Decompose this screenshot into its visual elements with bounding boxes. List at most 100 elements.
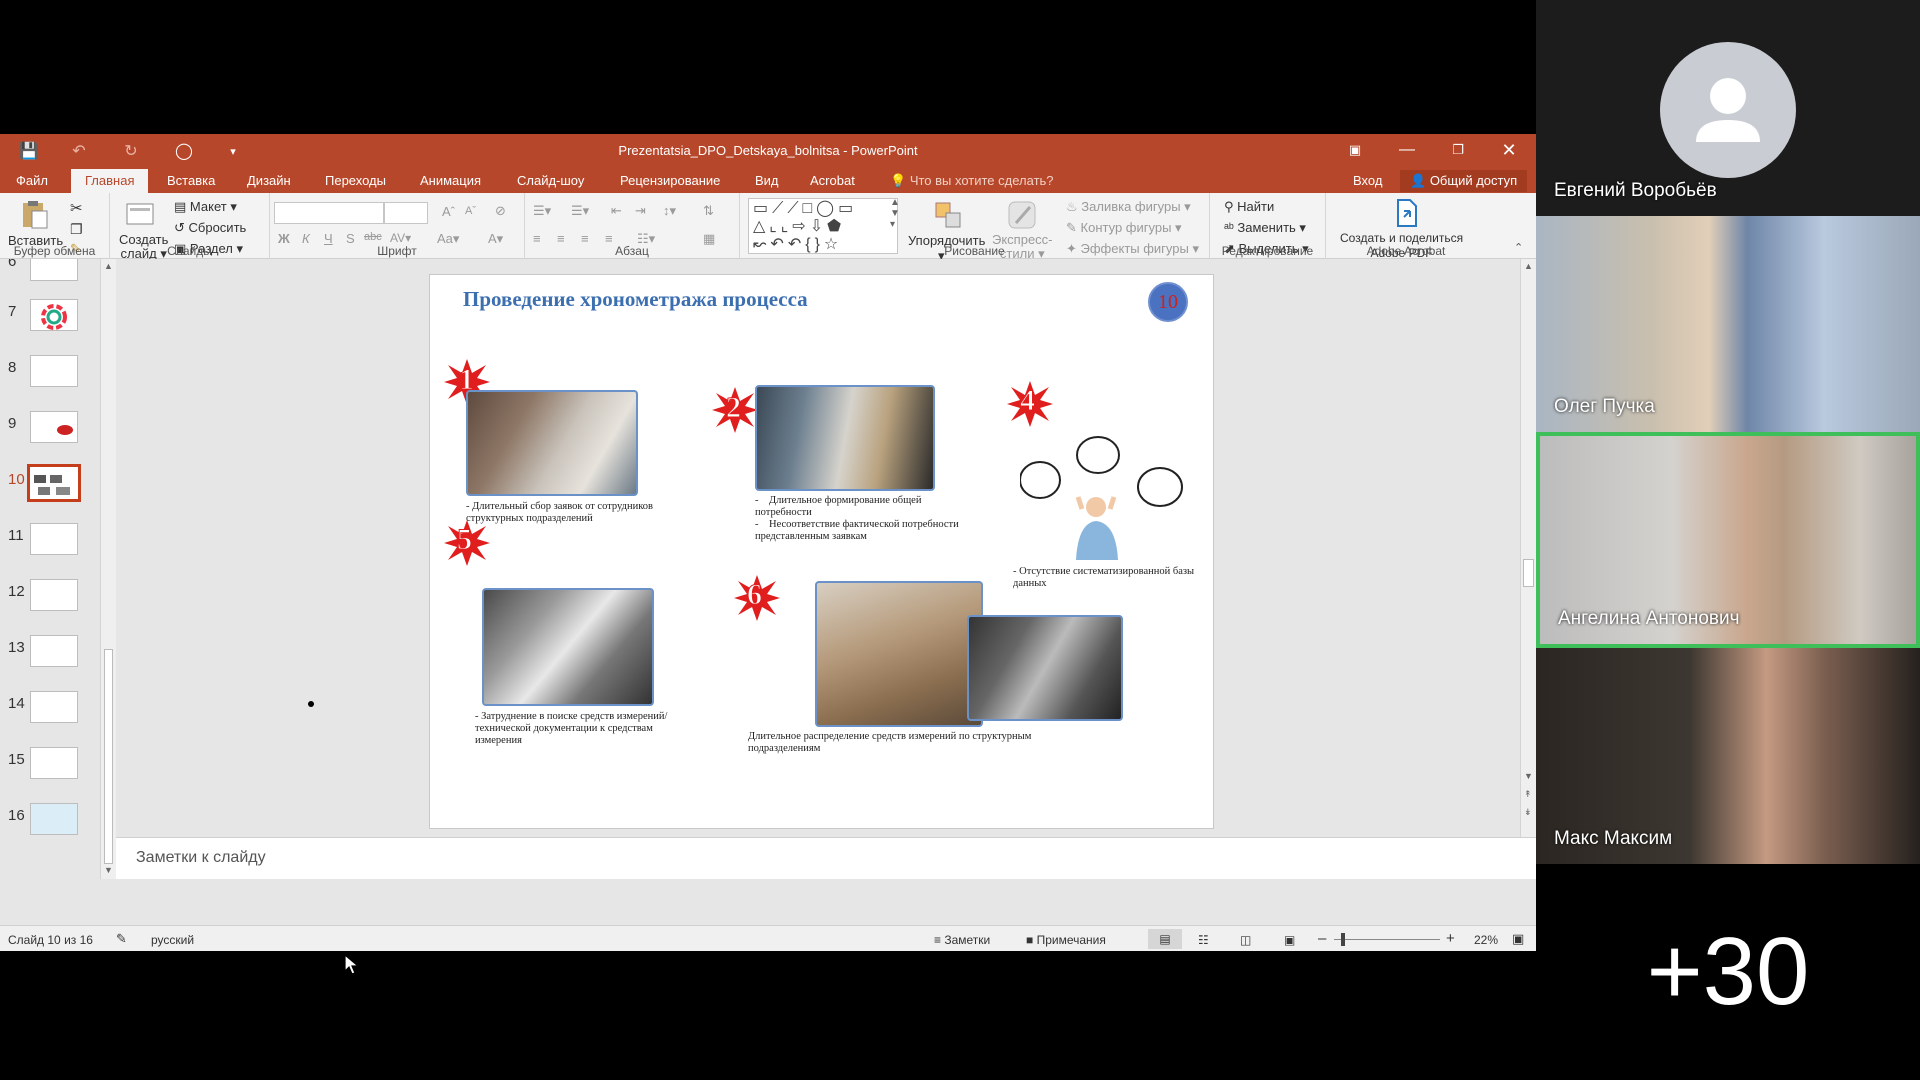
copy-icon[interactable]: ❐: [70, 221, 83, 238]
tell-me-box[interactable]: 💡 Что вы хотите сделать?: [890, 173, 1054, 189]
slide-thumbnail[interactable]: [30, 299, 78, 331]
decrease-indent-icon[interactable]: ⇤: [611, 203, 622, 219]
slide-thumbnail[interactable]: [30, 691, 78, 723]
language-indicator[interactable]: русский: [151, 933, 194, 947]
paste-icon[interactable]: [18, 199, 50, 231]
replace-button[interactable]: ᵃᵇ Заменить ▾: [1224, 220, 1306, 236]
reset-button[interactable]: ↺ Сбросить: [174, 220, 246, 236]
line-spacing-icon[interactable]: ↕▾: [663, 203, 676, 219]
zoom-in-icon[interactable]: +: [1446, 930, 1455, 947]
slide-scrollbar[interactable]: ▲ ▼ ↟ ↡: [1520, 259, 1536, 837]
close-icon[interactable]: ✕: [1494, 138, 1524, 162]
numbering-icon[interactable]: ☰▾: [571, 203, 589, 219]
gallery-scroll-icon[interactable]: ▲ ▼ ▾: [890, 197, 900, 230]
normal-view-icon[interactable]: ▤: [1148, 929, 1182, 949]
minimize-icon[interactable]: —: [1392, 138, 1422, 162]
slide-canvas[interactable]: Проведение хронометража процесса 10 1 - …: [430, 275, 1213, 828]
clear-format-icon[interactable]: ⊘: [495, 203, 506, 219]
tab-design[interactable]: Дизайн: [247, 173, 291, 188]
create-pdf-icon[interactable]: [1390, 197, 1422, 229]
next-slide-icon[interactable]: ↡: [1524, 807, 1532, 818]
notes-toggle[interactable]: ≡ Заметки: [934, 933, 990, 947]
zoom-level[interactable]: 22%: [1474, 933, 1498, 947]
tab-view[interactable]: Вид: [755, 173, 779, 188]
slide-thumbnail[interactable]: [30, 523, 78, 555]
tab-transitions[interactable]: Переходы: [325, 173, 386, 188]
tab-review[interactable]: Рецензирование: [620, 173, 720, 188]
scroll-up-icon[interactable]: ▲: [1524, 261, 1533, 271]
scroll-thumb[interactable]: [1523, 559, 1534, 587]
scroll-down-icon[interactable]: ▼: [1524, 771, 1533, 781]
previous-slide-icon[interactable]: ↟: [1524, 789, 1532, 800]
bullets-icon[interactable]: ☰▾: [533, 203, 551, 219]
thumb-number: 12: [8, 583, 25, 600]
more-participants-count[interactable]: +30: [1536, 864, 1920, 1080]
tab-animations[interactable]: Анимация: [420, 173, 481, 188]
slide-thumbnail[interactable]: [30, 411, 78, 443]
shape-fill-button[interactable]: ♨ Заливка фигуры ▾: [1066, 199, 1191, 215]
participant-tile[interactable]: Олег Пучка: [1536, 216, 1920, 432]
photo-calipers-gauges[interactable]: [967, 615, 1123, 721]
zoom-slider-thumb[interactable]: [1341, 933, 1345, 946]
slide-thumbnail[interactable]: [30, 635, 78, 667]
slide-thumbnail[interactable]: [30, 747, 78, 779]
slide-title[interactable]: Проведение хронометража процесса: [463, 287, 808, 312]
tab-acrobat[interactable]: Acrobat: [810, 173, 855, 188]
participant-tile-active-speaker[interactable]: Ангелина Антонович: [1536, 432, 1920, 648]
scroll-down-icon[interactable]: ▼: [104, 865, 113, 875]
comments-toggle[interactable]: ■ Примечания: [1026, 933, 1106, 947]
fit-slide-icon[interactable]: ▣: [1512, 931, 1524, 947]
slide-thumbnail[interactable]: [30, 803, 78, 835]
slide-thumbnail-selected[interactable]: [27, 464, 81, 502]
thumb-number: 7: [8, 303, 17, 320]
restore-icon[interactable]: ❐: [1443, 138, 1473, 162]
strikethrough-icon[interactable]: abc: [364, 231, 382, 243]
increase-indent-icon[interactable]: ⇥: [635, 203, 646, 219]
spacing-icon[interactable]: AV▾: [390, 231, 411, 245]
photo-measuring-instruments[interactable]: [482, 588, 654, 706]
tab-file[interactable]: Файл: [16, 173, 48, 188]
grow-font-icon[interactable]: Aˆ: [442, 204, 455, 219]
participant-name: Олег Пучка: [1554, 396, 1655, 417]
share-button[interactable]: 👤 Общий доступ: [1400, 170, 1528, 192]
spellcheck-icon[interactable]: ✎: [116, 931, 127, 947]
group-editing: ⚲ Найти ᵃᵇ Заменить ▾ ⬈ Выделить ▾ Редак…: [1210, 193, 1326, 259]
thumbnails-scrollbar[interactable]: ▲ ▼: [100, 259, 116, 879]
font-size-input[interactable]: [384, 202, 428, 224]
scroll-up-icon[interactable]: ▲: [104, 261, 113, 271]
group-label-paragraph: Абзац: [615, 244, 649, 258]
photo-computer-work[interactable]: [755, 385, 935, 491]
tab-home[interactable]: Главная: [71, 169, 149, 194]
zoom-out-icon[interactable]: –: [1318, 930, 1326, 947]
scroll-thumb[interactable]: [104, 649, 113, 864]
slide-thumbnail[interactable]: [30, 579, 78, 611]
signin-link[interactable]: Вход: [1353, 173, 1382, 188]
font-name-input[interactable]: [274, 202, 384, 224]
shrink-font-icon[interactable]: Aˇ: [465, 205, 476, 217]
thumb-number: 6: [8, 259, 17, 270]
slide-thumbnail[interactable]: [30, 355, 78, 387]
photo-boxes-storage[interactable]: [815, 581, 983, 727]
shape-outline-button[interactable]: ✎ Контур фигуры ▾: [1066, 220, 1182, 236]
layout-button[interactable]: ▤ Макет ▾: [174, 199, 237, 215]
zoom-slider[interactable]: [1334, 939, 1440, 940]
slide-sorter-icon[interactable]: ☷: [1198, 933, 1209, 947]
cut-icon[interactable]: ✂: [70, 199, 83, 217]
collapse-ribbon-icon[interactable]: ⌃: [1514, 241, 1523, 254]
thumb-wheel-graphic: [41, 304, 67, 330]
participant-tile[interactable]: Евгений Воробьёв: [1536, 0, 1920, 216]
text-direction-icon[interactable]: ⇅: [703, 203, 714, 219]
ribbon-display-icon[interactable]: ▣: [1340, 138, 1370, 162]
quick-styles-icon[interactable]: [1006, 199, 1038, 231]
tab-insert[interactable]: Вставка: [167, 173, 215, 188]
new-slide-icon[interactable]: [124, 199, 156, 231]
slideshow-view-icon[interactable]: ▣: [1284, 933, 1295, 947]
arrange-icon[interactable]: [932, 199, 964, 231]
participant-tile[interactable]: Макс Максим: [1536, 648, 1920, 864]
find-button[interactable]: ⚲ Найти: [1224, 199, 1274, 215]
tab-slideshow[interactable]: Слайд-шоу: [517, 173, 584, 188]
reading-view-icon[interactable]: ◫: [1240, 933, 1251, 947]
photo-office-meeting[interactable]: [466, 390, 638, 496]
notes-pane[interactable]: Заметки к слайду: [116, 837, 1536, 879]
slide-thumbnail[interactable]: [30, 259, 78, 281]
